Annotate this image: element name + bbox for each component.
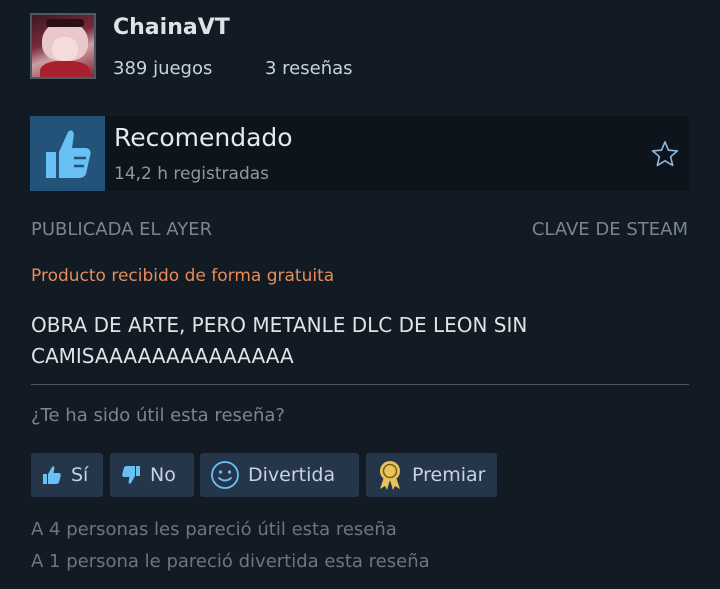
author-reviews-count[interactable]: 3 reseñas: [265, 58, 353, 79]
review-product-source: CLAVE DE STEAM: [531, 219, 688, 240]
vote-no-label: No: [150, 464, 176, 486]
thumbs-up-icon: [30, 116, 105, 191]
recommendation-header: Recomendado 14,2 h registradas: [30, 116, 689, 191]
avatar-face: [52, 37, 78, 61]
vote-funny-button[interactable]: Divertida: [200, 453, 359, 497]
award-medal-icon: [376, 459, 404, 491]
award-label: Premiar: [412, 464, 486, 486]
funny-count: A 1 persona le pareció divertida esta re…: [31, 551, 430, 572]
thumbs-down-icon: [120, 464, 142, 486]
review-hours: 14,2 h registradas: [114, 164, 270, 184]
helpful-question: ¿Te ha sido útil esta reseña?: [31, 405, 285, 426]
author-games-count[interactable]: 389 juegos: [113, 58, 212, 79]
vote-yes-label: Sí: [71, 464, 89, 486]
award-button[interactable]: Premiar: [366, 453, 497, 497]
review-verdict: Recomendado: [114, 123, 293, 152]
free-product-notice: Producto recibido de forma gratuita: [31, 266, 335, 286]
star-icon[interactable]: [650, 139, 680, 173]
avatar-headband: [46, 19, 84, 27]
vote-yes-button[interactable]: Sí: [31, 453, 103, 497]
smiley-face-icon: [210, 460, 240, 490]
review-body: OBRA DE ARTE, PERO METANLE DLC DE LEON S…: [31, 313, 528, 368]
author-username[interactable]: ChainaVT: [113, 15, 230, 40]
avatar-body: [40, 61, 90, 77]
author-avatar[interactable]: [30, 13, 96, 79]
thumbs-up-icon: [41, 464, 63, 486]
helpful-count: A 4 personas les pareció útil esta reseñ…: [31, 519, 397, 540]
divider: [31, 384, 689, 385]
vote-no-button[interactable]: No: [110, 453, 194, 497]
vote-funny-label: Divertida: [248, 464, 336, 486]
review-posted-date: PUBLICADA EL AYER: [31, 219, 213, 240]
